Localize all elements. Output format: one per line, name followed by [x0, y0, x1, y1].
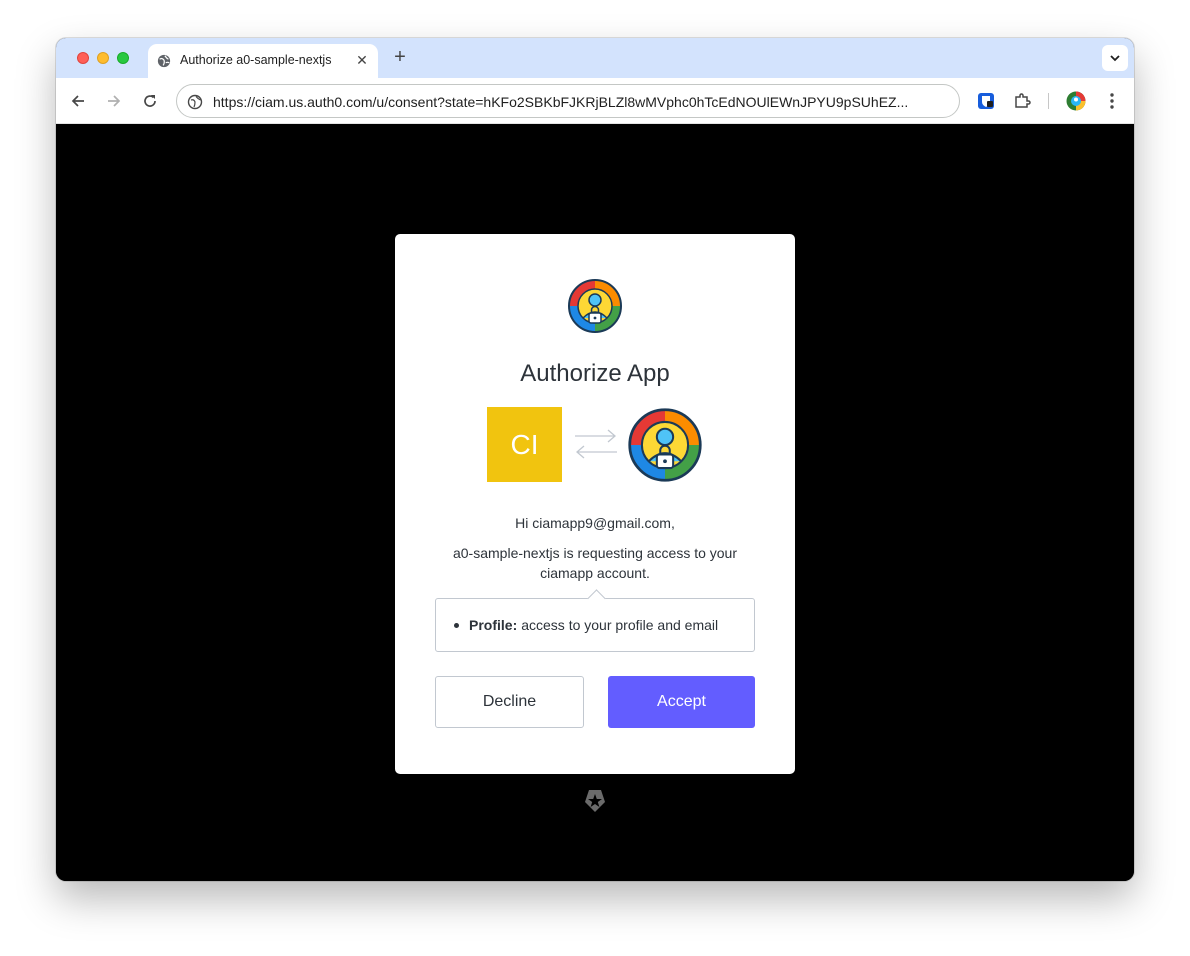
bitwarden-icon	[978, 93, 994, 109]
consent-card: Authorize App CI Hi ciamapp9@gmail.com,	[395, 234, 795, 774]
list-item: Profile: access to your profile and emai…	[454, 617, 718, 633]
kebab-menu-icon	[1110, 93, 1114, 109]
tab-title: Authorize a0-sample-nextjs	[180, 53, 332, 67]
chevron-down-icon	[1110, 55, 1120, 62]
extensions-icon	[1015, 93, 1031, 108]
profile-button[interactable]	[1065, 90, 1087, 112]
browser-window: Authorize a0-sample-nextjs ✕ + https://c…	[56, 38, 1134, 881]
close-window-button[interactable]	[77, 52, 89, 64]
minimize-window-button[interactable]	[97, 52, 109, 64]
app-avatar: CI	[487, 407, 562, 482]
page-title: Authorize App	[520, 360, 670, 387]
profile-avatar-icon	[1066, 91, 1086, 111]
bitwarden-extension-button[interactable]	[975, 90, 997, 112]
tab-close-button[interactable]: ✕	[354, 52, 370, 68]
swap-arrows-icon	[575, 429, 617, 459]
auth0-shield-icon	[585, 790, 605, 812]
browser-menu-button[interactable]	[1101, 90, 1123, 112]
greeting-text: Hi ciamapp9@gmail.com,	[515, 515, 675, 531]
address-bar[interactable]: https://ciam.us.auth0.com/u/consent?stat…	[176, 84, 960, 118]
new-tab-button[interactable]: +	[390, 47, 410, 67]
reload-icon	[144, 95, 156, 107]
scope-name: Profile:	[469, 617, 518, 633]
zoom-window-button[interactable]	[117, 52, 129, 64]
forward-button[interactable]	[104, 91, 124, 111]
tab-authorize[interactable]: Authorize a0-sample-nextjs ✕	[148, 44, 378, 78]
tab-strip: Authorize a0-sample-nextjs ✕ +	[56, 38, 1134, 78]
back-arrow-icon	[71, 95, 84, 107]
accept-button[interactable]: Accept	[608, 676, 755, 728]
forward-arrow-icon	[108, 95, 121, 107]
toolbar-separator	[1048, 93, 1049, 109]
back-button[interactable]	[68, 91, 88, 111]
decline-button[interactable]: Decline	[435, 676, 584, 728]
page-content: Authorize App CI Hi ciamapp9@gmail.com,	[56, 125, 1134, 881]
browser-toolbar: https://ciam.us.auth0.com/u/consent?stat…	[56, 78, 1134, 124]
request-text: a0-sample-nextjs is requesting access to…	[452, 545, 738, 581]
tenant-logo-icon	[568, 279, 622, 333]
tenant-logo-large-icon	[628, 408, 702, 482]
globe-icon	[157, 54, 171, 68]
url-text: https://ciam.us.auth0.com/u/consent?stat…	[213, 94, 909, 110]
site-info-icon[interactable]	[187, 94, 203, 110]
reload-button[interactable]	[140, 91, 160, 111]
scope-list: Profile: access to your profile and emai…	[435, 598, 755, 652]
scope-description: access to your profile and email	[521, 617, 719, 633]
extensions-button[interactable]	[1011, 90, 1033, 112]
bullet-icon	[454, 622, 459, 628]
window-controls	[77, 52, 129, 64]
tab-search-button[interactable]	[1102, 45, 1128, 71]
